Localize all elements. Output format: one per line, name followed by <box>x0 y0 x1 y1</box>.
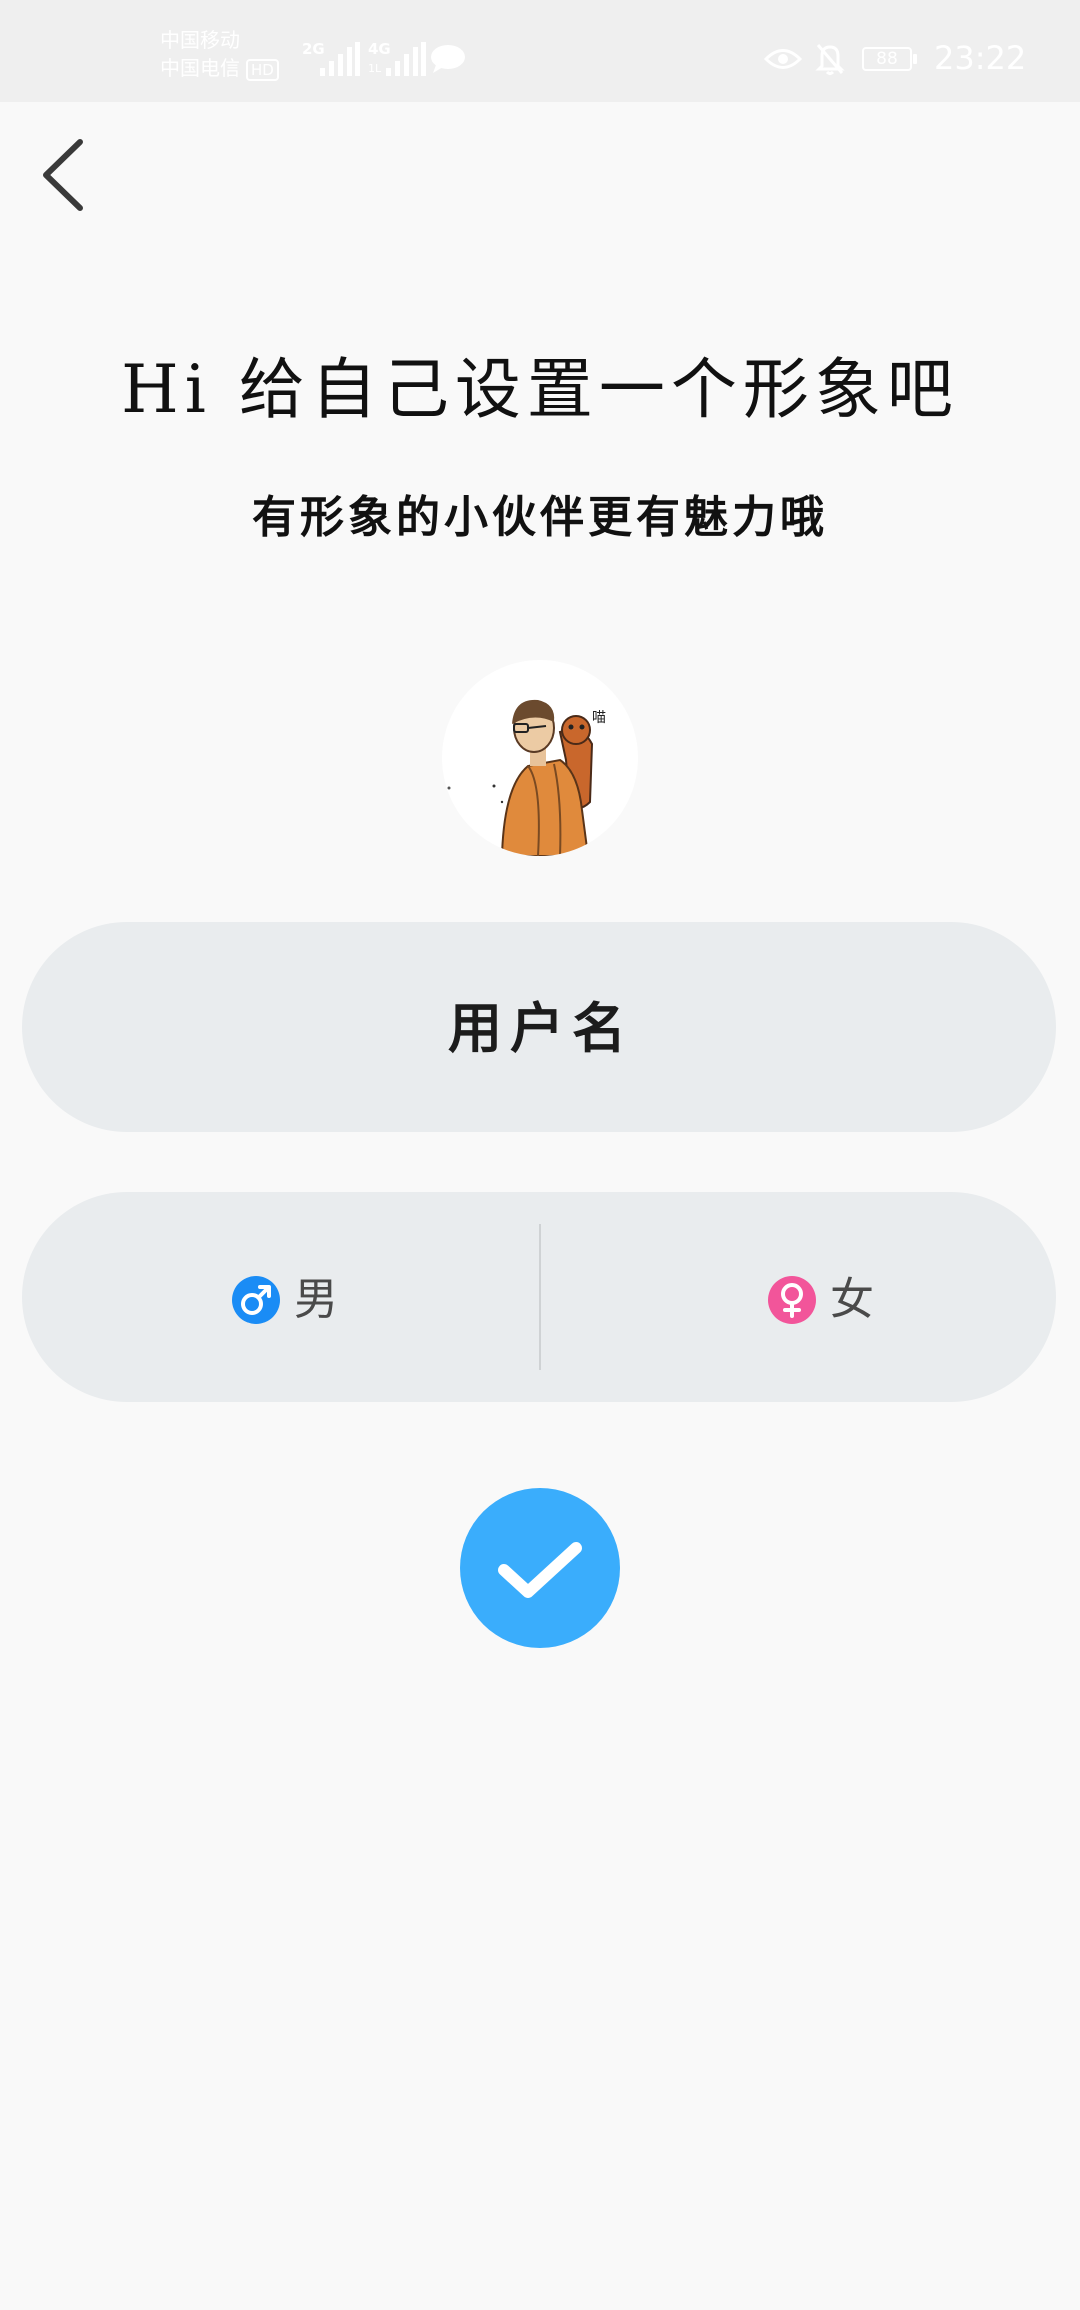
signal-bars-1-icon <box>320 42 360 76</box>
battery-level: 88 <box>876 49 898 69</box>
status-time: 23:22 <box>934 39 1027 77</box>
gender-male-content: 男 <box>232 1272 338 1328</box>
gender-female-content: 女 <box>768 1272 874 1328</box>
svg-text:喵: 喵 <box>592 710 606 726</box>
chevron-left-icon <box>43 139 83 211</box>
confirm-button[interactable] <box>460 1488 620 1648</box>
male-symbol-icon <box>232 1276 280 1324</box>
bell-off-icon <box>815 44 845 75</box>
avatar-illustration: 喵 <box>447 699 606 856</box>
eye-icon <box>764 49 802 69</box>
signal-group-1: 2G <box>302 38 362 78</box>
page-title: Hi 给自己设置一个形象吧 <box>121 351 959 428</box>
check-icon <box>460 1488 620 1648</box>
avatar[interactable]: 喵 <box>442 660 638 856</box>
page-subtitle: 有形象的小伙伴更有魅力哦 <box>252 492 828 543</box>
battery-icon: 88 <box>862 47 918 71</box>
signal-bars-2-icon <box>386 42 426 76</box>
gender-selector: 男 女 <box>22 1192 1056 1402</box>
carrier-names: 中国移动 中国电信 HD <box>160 26 279 82</box>
female-symbol-icon <box>768 1276 816 1324</box>
message-bubble-icon <box>431 45 465 73</box>
carrier-2: 中国电信 <box>160 56 240 80</box>
username-field-container <box>22 922 1056 1134</box>
gender-male-option[interactable]: 男 <box>22 1192 538 1402</box>
hd-badge: HD <box>246 58 279 81</box>
status-bar: 中国移动 中国电信 HD 2G 4G 1L 88 23:22 <box>0 0 1080 102</box>
signal-group-2: 4G 1L <box>368 38 428 78</box>
username-input[interactable] <box>62 922 1020 1134</box>
gender-male-label: 男 <box>294 1274 338 1325</box>
network-sub-2: 1L <box>368 62 382 75</box>
gender-female-label: 女 <box>830 1274 874 1325</box>
back-button[interactable] <box>30 130 100 220</box>
carrier-1: 中国移动 <box>160 28 240 52</box>
gender-female-option[interactable]: 女 <box>540 1192 1056 1402</box>
carrier-2-row: 中国电信 HD <box>160 54 279 82</box>
